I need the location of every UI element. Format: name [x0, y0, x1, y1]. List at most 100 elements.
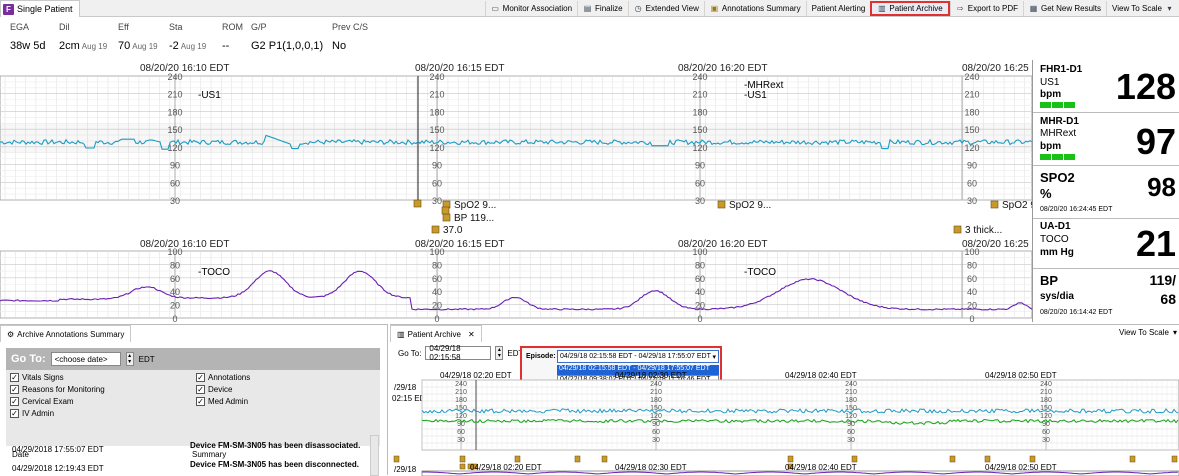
annotation-label: 3 thick...: [965, 225, 1002, 236]
filter-vitals-signs[interactable]: ✓ Vitals Signs: [10, 373, 64, 382]
ua-source: TOCO: [1040, 234, 1069, 245]
tab-patient-archive[interactable]: ▥ Patient Archive ✕: [390, 325, 482, 342]
extended-view-icon: ◷: [634, 4, 642, 13]
annotation-icon: [431, 225, 440, 234]
annotation-icon: [514, 455, 521, 463]
toco-tick-label: 0: [172, 314, 177, 322]
archive-left-date: /29/18: [394, 465, 417, 474]
rom-field: ROM --: [222, 22, 243, 52]
results-icon: ▦: [1029, 4, 1038, 13]
finalize-button[interactable]: ▤ Finalize: [577, 1, 628, 16]
ua-vital: UA-D1 TOCO mm Hg 21: [1033, 219, 1179, 269]
annotations-summary-button[interactable]: ▣ Annotations Summary: [703, 1, 806, 16]
archive-tick-label: 120: [650, 413, 662, 420]
close-icon[interactable]: ✕: [468, 330, 475, 339]
fhr-tick-label: 240: [964, 72, 979, 82]
tab-single-patient[interactable]: F Single Patient: [0, 0, 80, 17]
spo2-name: SPO2: [1040, 170, 1075, 185]
annotation-icon: [459, 455, 466, 463]
fhr-tick-label: 30: [695, 196, 705, 206]
fhr-tick-label: 30: [170, 196, 180, 206]
filter-med-admin[interactable]: ✓ Med Admin: [196, 397, 248, 406]
filter-cervical-exam[interactable]: ✓ Cervical Exam: [10, 397, 74, 406]
archive-tick-label: 90: [457, 421, 465, 428]
toco-tick-label: 40: [967, 287, 977, 297]
fhr-tick-label: 30: [967, 196, 977, 206]
extended-view-button[interactable]: ◷ Extended View: [627, 1, 704, 16]
goto-date-input[interactable]: <choose date>: [50, 352, 121, 366]
toco-channel-label: -TOCO: [198, 267, 230, 278]
time-label: 08/20/20 16:10 EDT: [140, 63, 230, 74]
tab-archive-annotations-summary[interactable]: ⚙ Archive Annotations Summary: [0, 325, 132, 342]
annotation-icon: [953, 225, 962, 234]
table-row-summary[interactable]: Device FM-SM-3N05 has been disconnected.: [190, 460, 359, 469]
goto-date-spinner[interactable]: ▴ ▾: [125, 352, 134, 366]
archive-tick-label: 90: [652, 421, 660, 428]
archive-tick-label: 60: [457, 429, 465, 436]
fhr-tick-label: 180: [964, 107, 979, 117]
table-row-date[interactable]: 04/29/2018 17:55:07 EDT: [12, 445, 104, 454]
archive-tick-label: 60: [847, 429, 855, 436]
gp-field: G/P G2 P1(1,0,0,1): [251, 22, 324, 52]
fhr-tick-label: 180: [167, 107, 182, 117]
annotation-icon: [717, 200, 726, 209]
column-summary[interactable]: Summary: [192, 450, 226, 459]
fhr-tick-label: 210: [429, 90, 444, 100]
bp-diastolic: 68: [1160, 291, 1176, 307]
table-row-date[interactable]: 04/29/2018 12:19:43 EDT: [12, 464, 104, 473]
toco-tick-label: 60: [695, 274, 705, 284]
chevron-down-icon: ▾: [712, 353, 716, 361]
toco-tick-label: 100: [167, 247, 182, 257]
archive-tracing-chart[interactable]: /29/1802:15 EDT04/29/18 02:20 EDT 04/29/1…: [390, 370, 1179, 476]
monitor-association-button[interactable]: ▭ Monitor Association: [484, 1, 577, 16]
fhr-source: US1: [1040, 77, 1060, 88]
filter-reasons-for-monitoring[interactable]: ✓ Reasons for Monitoring: [10, 385, 105, 394]
fhr-tick-label: 90: [967, 161, 977, 171]
toco-channel-label: -TOCO: [744, 267, 776, 278]
fetal-tracing-chart[interactable]: 08/20/20 16:10 EDT 08/20/20 16:15 EDT 08/2…: [0, 60, 1052, 324]
fhr-tick-label: 60: [695, 178, 705, 188]
episode-dropdown[interactable]: 04/29/18 02:15:58 EDT - 04/29/18 17:55:0…: [557, 350, 719, 363]
fhr-tick-label: 120: [429, 143, 444, 153]
table-row-summary[interactable]: Device FM-SM-3N05 has been disassociated…: [190, 441, 360, 450]
patient-info: EGA 38w 5d Dil 2cm Aug 19 Eff 70 Aug 19 Sta -2…: [0, 18, 1032, 60]
fhr-tick-label: 180: [429, 107, 444, 117]
view-to-scale-button[interactable]: View To Scale ▾: [1106, 1, 1179, 16]
table-scrollbar[interactable]: [370, 435, 379, 476]
time-label: 08/20/20 16:20 EDT: [678, 63, 768, 74]
ega-field: EGA 38w 5d: [10, 22, 46, 52]
fhr-tick-label: 210: [167, 90, 182, 100]
filter-device[interactable]: ✓ Device: [196, 385, 232, 394]
fhr-tick-label: 90: [170, 161, 180, 171]
archive-goto-spinner[interactable]: ▴ ▾: [495, 346, 504, 360]
archive-tick-label: 210: [1040, 389, 1052, 396]
time-label: 08/20/20 16:20 EDT: [678, 239, 768, 250]
archive-goto-input[interactable]: 04/29/18 02:15:58: [425, 344, 492, 362]
toco-tick-label: 80: [967, 260, 977, 270]
toco-tick-label: 60: [170, 274, 180, 284]
checkbox-checked-icon: ✓: [10, 373, 19, 382]
ua-value: 21: [1135, 223, 1176, 264]
get-new-results-button[interactable]: ▦ Get New Results: [1023, 1, 1106, 16]
episode-label: Episode:: [526, 353, 556, 360]
archive-tick-label: 90: [1042, 421, 1050, 428]
patient-alerting-button[interactable]: Patient Alerting: [805, 1, 871, 16]
toco-tick-label: 100: [964, 247, 979, 257]
goto-timezone: EDT: [138, 354, 155, 364]
filter-annotations[interactable]: ✓ Annotations: [196, 373, 250, 382]
annotation-filters: ✓ Vitals Signs ✓ Reasons for Monitoring ✓ C…: [6, 370, 380, 446]
archive-view-to-scale[interactable]: View To Scale ▾: [1119, 328, 1177, 337]
toco-tick-label: 40: [432, 287, 442, 297]
checkbox-checked-icon: ✓: [10, 385, 19, 394]
annotation-label: SpO2 9: [1002, 200, 1032, 211]
toco-tick-label: 60: [432, 274, 442, 284]
fhr-tick-label: 150: [429, 125, 444, 135]
mhr-signal-bars: [1040, 154, 1075, 160]
tracing-panel[interactable]: 08/20/20 16:10 EDT 08/20/20 16:15 EDT 08/2…: [0, 60, 1052, 324]
annotation-icon: [459, 463, 466, 470]
export-pdf-button[interactable]: ⇨ Export to PDF: [949, 1, 1023, 16]
patient-archive-button[interactable]: ▥ Patient Archive: [870, 1, 950, 16]
annotation-icon: [393, 455, 400, 463]
archive-tick-label: 180: [650, 397, 662, 404]
filter-iv-admin[interactable]: ✓ IV Admin: [10, 409, 54, 418]
